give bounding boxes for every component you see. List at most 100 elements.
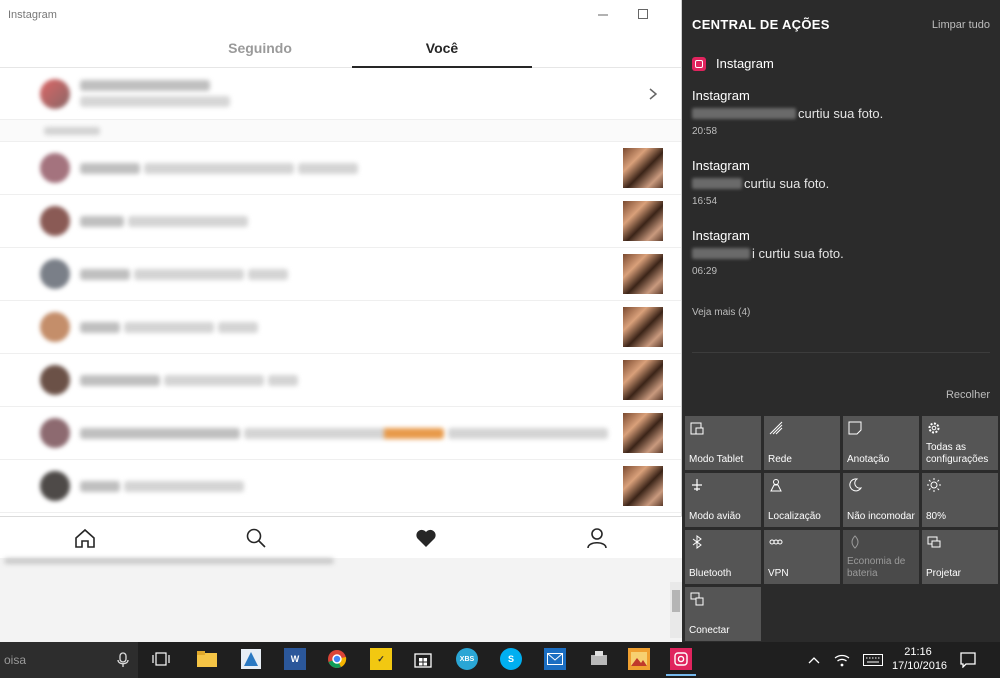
activity-tabs: Seguindo Você [0,30,681,68]
notification-item[interactable]: Instagram curtiu sua foto. 20:58 [692,88,990,137]
activity-row[interactable] [0,142,681,195]
nav-activity[interactable] [414,526,438,550]
store-icon[interactable] [412,648,434,670]
quick-action-label: Rede [768,454,792,465]
avatar [40,78,70,109]
activity-row[interactable] [0,248,681,301]
post-thumbnail[interactable] [623,307,663,347]
app-group-header[interactable]: Instagram [692,56,774,71]
notification-time: 16:54 [692,196,718,207]
minimize-button[interactable] [588,4,618,24]
quick-action-modo-aviao[interactable]: Modo avião [685,473,761,527]
post-thumbnail[interactable] [623,254,663,294]
file-explorer-icon[interactable] [196,648,218,670]
redacted-text [164,374,264,386]
taskbar-clock[interactable]: 21:16 17/10/2016 [892,645,947,673]
activity-row[interactable] [0,195,681,248]
follow-requests-row[interactable] [0,68,681,120]
quick-action-vpn[interactable]: VPN [764,530,840,584]
avatar[interactable] [40,418,70,448]
instagram-taskbar-icon[interactable] [666,648,696,676]
quick-action-label: Bluetooth [689,568,732,579]
redacted-text [298,162,358,174]
activity-row[interactable] [0,407,681,460]
chrome-icon[interactable] [326,648,348,670]
avatar[interactable] [40,471,70,501]
quick-action-modo-tablet[interactable]: Modo Tablet [685,416,761,470]
activity-row[interactable] [0,460,681,513]
taskbar: oisa W ✓ XBS S 21:16 17/10/2016 [0,642,1000,678]
avatar[interactable] [40,259,70,289]
quick-action-label: Modo Tablet [689,454,744,465]
activity-row[interactable] [0,354,681,407]
photos-app-icon[interactable] [628,648,650,670]
notification-text: curtiu sua foto. [744,176,830,191]
notification-time: 20:58 [692,126,718,137]
redacted-text [692,178,742,189]
post-thumbnail[interactable] [623,466,663,506]
bottom-navigation [0,516,682,558]
avatar[interactable] [40,153,70,183]
moon-icon [847,477,863,493]
minimize-icon [598,14,608,16]
nav-home[interactable] [73,526,97,550]
collapse-link[interactable]: Recolher [946,389,990,401]
post-thumbnail[interactable] [623,148,663,188]
keyboard-icon[interactable] [862,652,884,668]
xbox-app-icon[interactable]: XBS [456,648,478,670]
scrollbar[interactable] [670,582,682,638]
quick-action-bluetooth[interactable]: Bluetooth [685,530,761,584]
see-more-link[interactable]: Veja mais (4) [692,307,750,318]
location-icon [768,477,784,493]
nav-search[interactable] [244,526,268,550]
quick-action-label: Conectar [689,625,730,636]
post-thumbnail[interactable] [623,201,663,241]
vpn-icon [768,534,784,550]
avatar[interactable] [40,206,70,236]
quick-action-economia-de-bateria[interactable]: Economia de bateria [843,530,919,584]
task-view-icon[interactable] [150,648,172,670]
microphone-icon[interactable] [116,652,130,668]
avatar[interactable] [40,312,70,342]
quick-action-localizacao[interactable]: Localização [764,473,840,527]
maximize-icon [638,9,648,19]
clear-all-link[interactable]: Limpar tudo [932,19,990,31]
quick-action-projetar[interactable]: Projetar [922,530,998,584]
show-hidden-icons-icon[interactable] [806,652,822,668]
search-input[interactable]: oisa [4,653,26,667]
tab-voce[interactable]: Você [352,30,532,68]
wifi-icon[interactable] [834,652,850,668]
avatar[interactable] [40,365,70,395]
post-thumbnail[interactable] [623,360,663,400]
quick-action-label: VPN [768,568,789,579]
redacted-text [80,162,140,174]
word-icon[interactable]: W [284,648,306,670]
activity-row[interactable] [0,301,681,354]
action-center-icon[interactable] [960,652,976,668]
quick-action-rede[interactable]: Rede [764,416,840,470]
notification-item[interactable]: Instagram curtiu sua foto. 16:54 [692,158,990,207]
activity-list [0,142,681,513]
airplane-icon [689,477,705,493]
action-center-title: CENTRAL DE AÇÕES [692,17,830,32]
scroll-thumb[interactable] [672,590,680,612]
notes-app-icon[interactable]: ✓ [370,648,392,670]
search-icon [246,528,266,548]
skype-icon[interactable]: S [500,648,522,670]
post-thumbnail[interactable] [623,413,663,453]
search-box[interactable]: oisa [0,642,138,678]
connect-icon [689,591,705,607]
device-app-icon[interactable] [588,648,610,670]
quick-action-label: Projetar [926,568,962,579]
mail-icon[interactable] [544,648,566,670]
quick-action-nao-incomodar[interactable]: Não incomodar [843,473,919,527]
tab-seguindo[interactable]: Seguindo [172,30,348,68]
maximize-button[interactable] [628,4,658,24]
quick-action-80[interactable]: 80% [922,473,998,527]
quick-action-conectar[interactable]: Conectar [685,587,761,641]
notification-item[interactable]: Instagram i curtiu sua foto. 06:29 [692,228,990,277]
nav-profile[interactable] [585,526,609,550]
quick-action-todas-as-configuracoes[interactable]: Todas as configurações [922,416,998,470]
maps-app-icon[interactable] [240,648,262,670]
quick-action-anotacao[interactable]: Anotação [843,416,919,470]
